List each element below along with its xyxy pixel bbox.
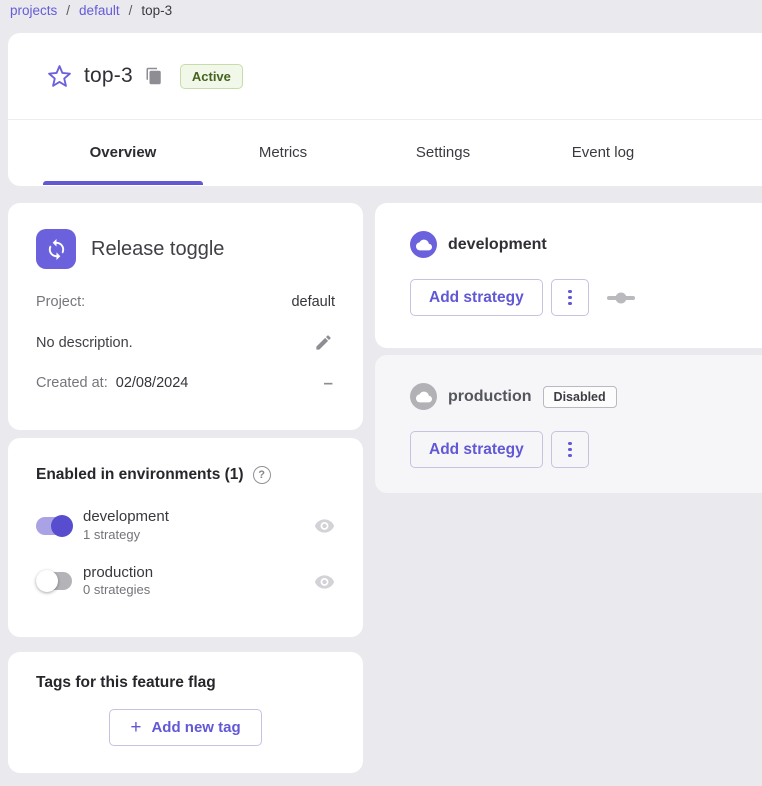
- flag-title-row: top-3 Active: [8, 33, 762, 120]
- flag-type-label: Release toggle: [91, 238, 224, 261]
- status-badge: Active: [180, 64, 243, 89]
- help-icon[interactable]: ?: [253, 466, 271, 484]
- toggle-development[interactable]: [36, 515, 73, 537]
- environment-name: development: [83, 508, 313, 527]
- add-strategy-button[interactable]: Add strategy: [410, 279, 543, 316]
- breadcrumb-current: top-3: [141, 3, 172, 18]
- environment-panel-development: development Add strategy: [375, 203, 762, 348]
- breadcrumb: projects / default / top-3: [10, 3, 172, 18]
- environment-row-development: development 1 strategy: [36, 508, 335, 544]
- created-label: Created at:: [36, 375, 108, 391]
- tab-event-log[interactable]: Event log: [523, 120, 683, 185]
- breadcrumb-separator: /: [66, 3, 70, 18]
- copy-name-icon[interactable]: [143, 65, 165, 87]
- tags-title: Tags for this feature flag: [36, 674, 335, 692]
- visibility-eye-icon[interactable]: [313, 570, 335, 592]
- project-row: Project: default: [36, 294, 335, 310]
- disabled-badge: Disabled: [543, 386, 617, 408]
- release-toggle-icon: [36, 229, 76, 269]
- tab-overview[interactable]: Overview: [43, 120, 203, 185]
- strategy-count: 1 strategy: [83, 527, 313, 544]
- page-title: top-3: [84, 64, 133, 88]
- breadcrumb-separator: /: [129, 3, 133, 18]
- kebab-menu-icon[interactable]: [551, 279, 589, 316]
- toggle-production[interactable]: [36, 570, 73, 592]
- add-strategy-button[interactable]: Add strategy: [410, 431, 543, 468]
- description-row: No description.: [36, 331, 335, 354]
- flag-details-card: Release toggle Project: default No descr…: [8, 203, 363, 430]
- flag-tabs: Overview Metrics Settings Event log: [8, 120, 762, 185]
- collapse-details-icon[interactable]: –: [322, 376, 335, 390]
- environment-row-production: production 0 strategies: [36, 564, 335, 600]
- plus-icon: +: [130, 721, 141, 735]
- rollout-slider-icon: [607, 292, 635, 304]
- breadcrumb-link-projects[interactable]: projects: [10, 3, 57, 18]
- tags-card: Tags for this feature flag + Add new tag: [8, 652, 363, 773]
- cloud-environment-icon: [410, 231, 437, 258]
- active-tab-indicator: [43, 181, 203, 185]
- add-new-tag-label: Add new tag: [151, 719, 240, 736]
- visibility-eye-icon[interactable]: [313, 515, 335, 537]
- environment-panel-title: development: [448, 236, 547, 254]
- flag-type-row: Release toggle: [36, 229, 335, 269]
- kebab-menu-icon[interactable]: [551, 431, 589, 468]
- created-row: Created at: 02/08/2024 –: [36, 375, 335, 391]
- tab-metrics[interactable]: Metrics: [203, 120, 363, 185]
- edit-description-icon[interactable]: [312, 331, 335, 354]
- favorite-star-icon[interactable]: [46, 63, 72, 89]
- created-value: 02/08/2024: [116, 375, 189, 391]
- strategy-count: 0 strategies: [83, 582, 313, 599]
- project-label: Project:: [36, 294, 85, 310]
- add-new-tag-button[interactable]: + Add new tag: [109, 709, 261, 746]
- tab-settings[interactable]: Settings: [363, 120, 523, 185]
- breadcrumb-link-default[interactable]: default: [79, 3, 120, 18]
- description-text: No description.: [36, 335, 133, 351]
- environment-panel-title: production: [448, 388, 532, 406]
- project-value: default: [291, 294, 335, 310]
- flag-header-card: top-3 Active Overview Metrics Settings E…: [8, 33, 762, 186]
- environment-panel-production: production Disabled Add strategy: [375, 355, 762, 493]
- enabled-environments-card: Enabled in environments (1) ? developmen…: [8, 438, 363, 637]
- environment-name: production: [83, 564, 313, 583]
- cloud-environment-icon: [410, 383, 437, 410]
- enabled-environments-title: Enabled in environments (1): [36, 466, 244, 484]
